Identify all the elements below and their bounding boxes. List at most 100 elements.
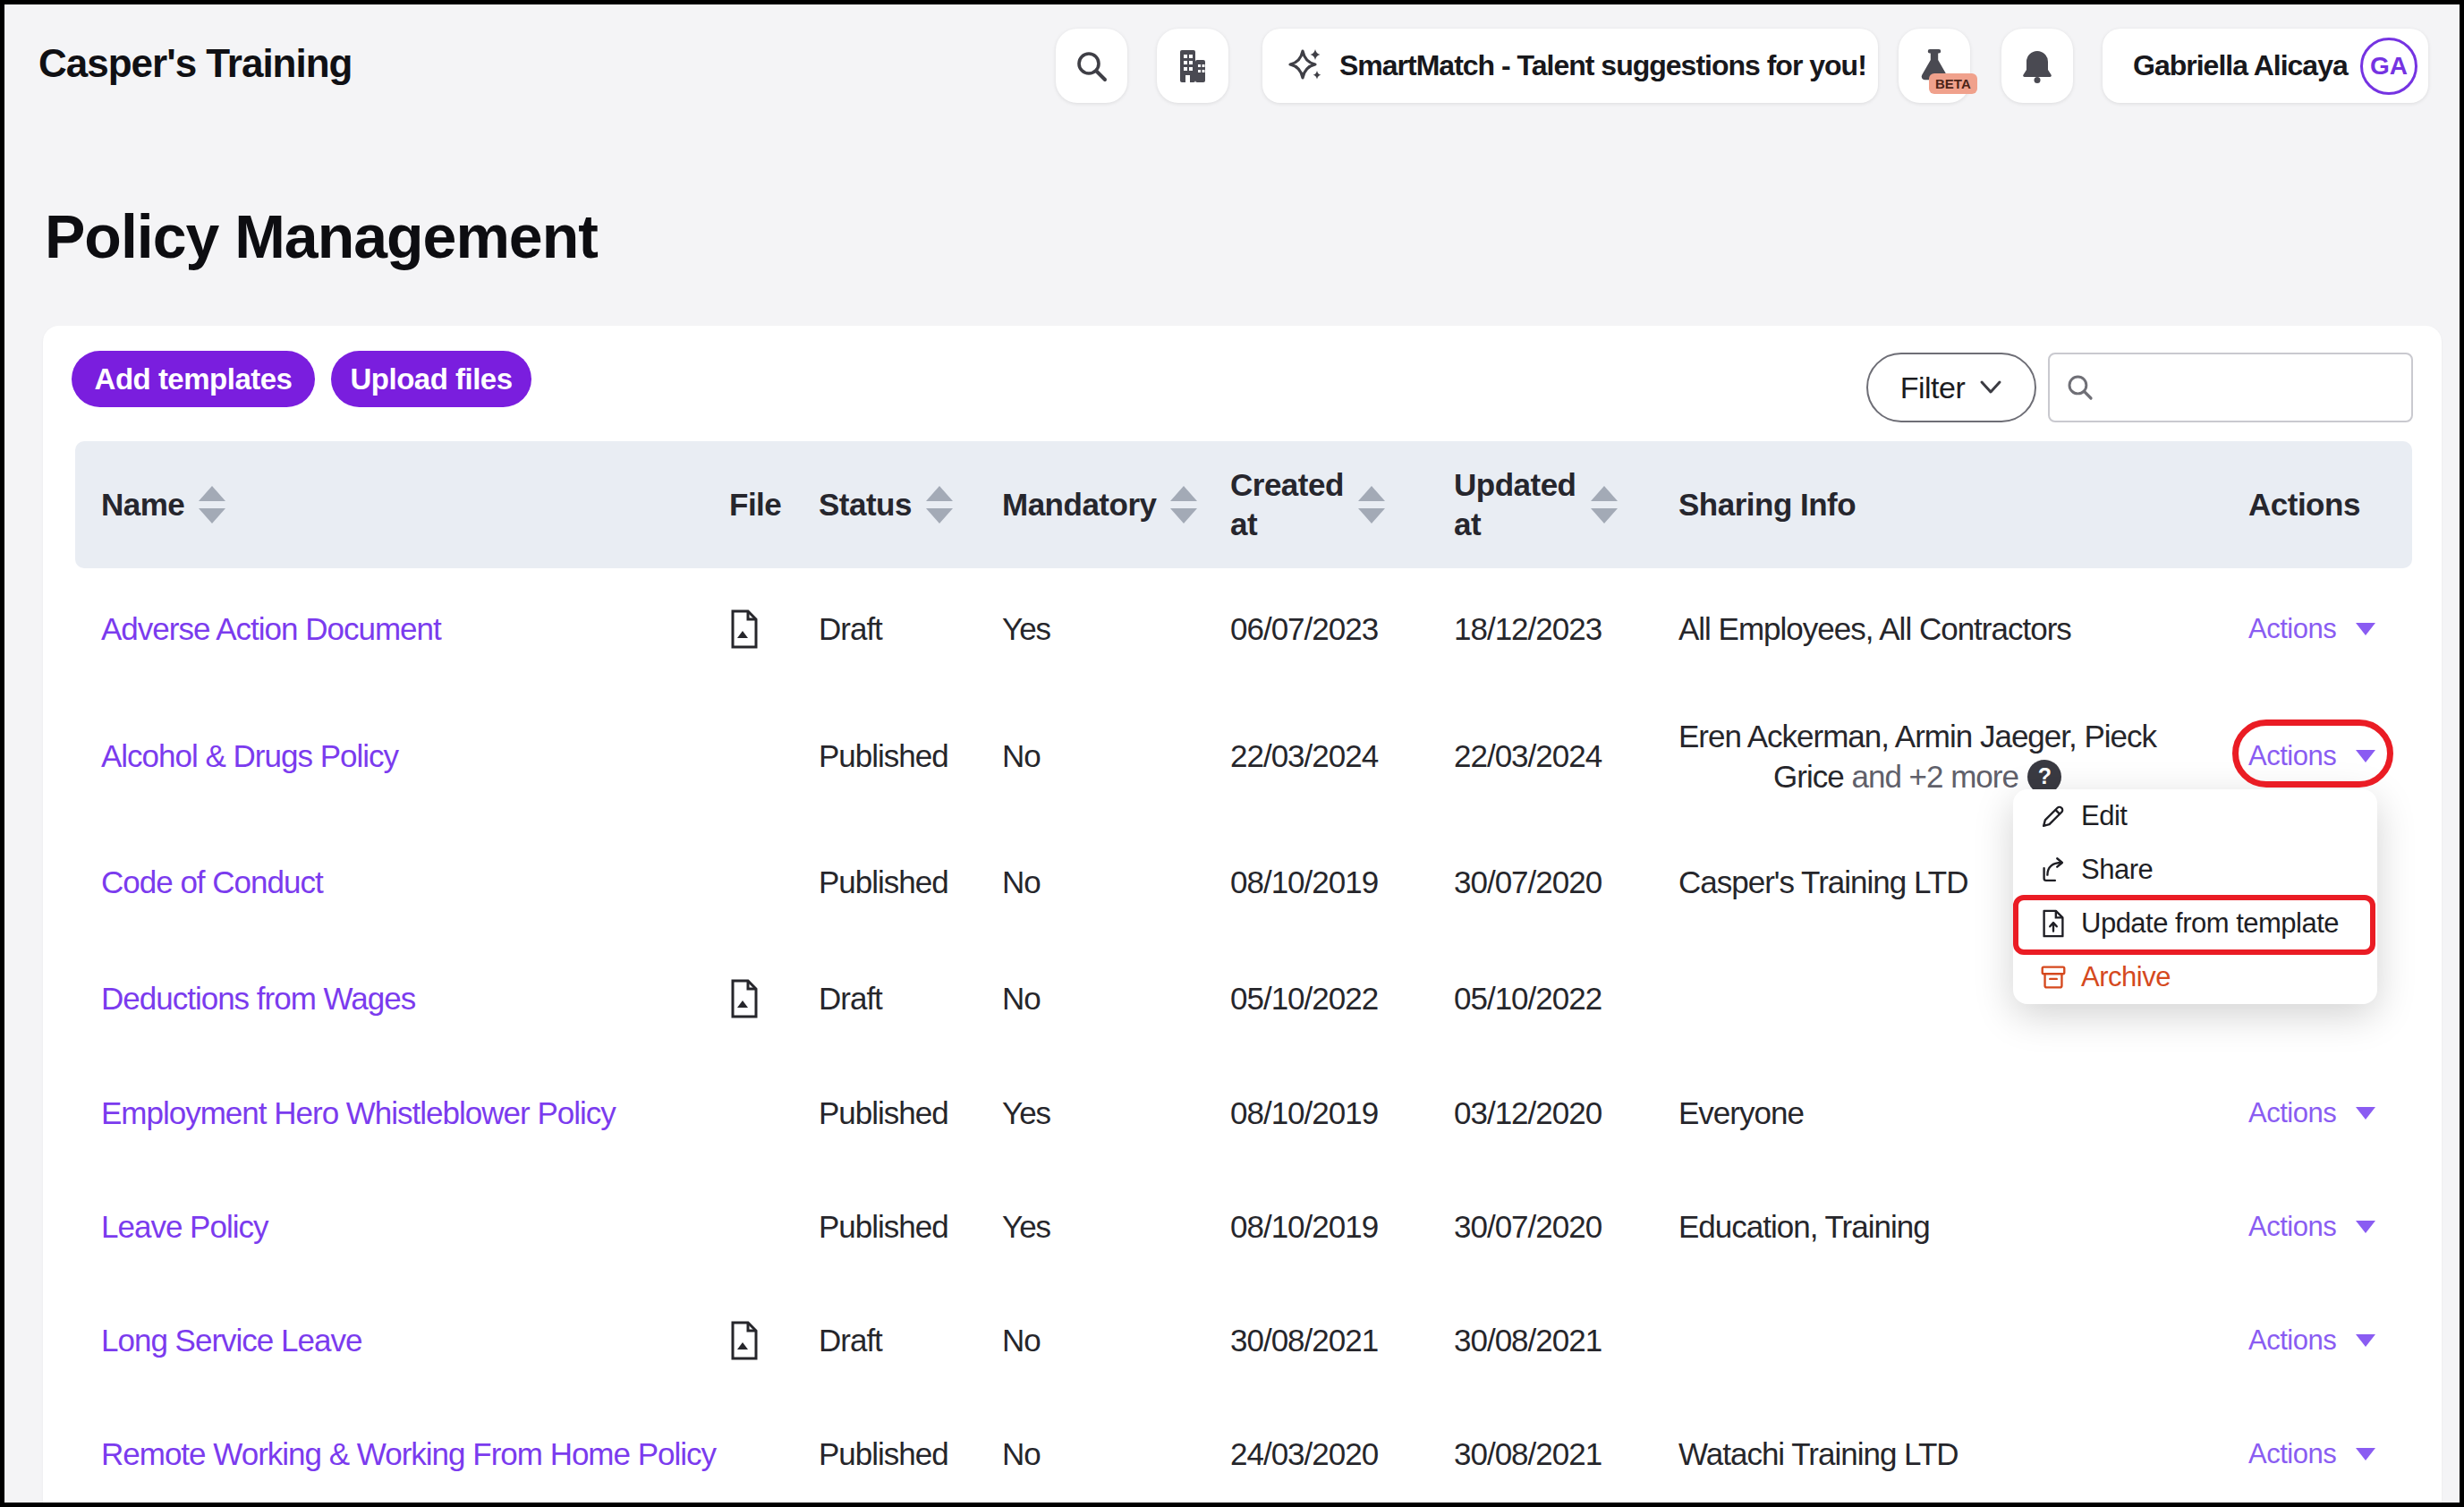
filter-label: Filter xyxy=(1900,370,1966,405)
sharing-cell: Watachi Training LTD xyxy=(1678,1397,1958,1507)
mandatory-cell: No xyxy=(1002,1283,1041,1397)
created-cell: 30/08/2021 xyxy=(1230,1283,1378,1397)
updated-cell: 30/08/2021 xyxy=(1454,1397,1602,1507)
table-search-input[interactable] xyxy=(2048,353,2413,422)
created-cell: 05/10/2022 xyxy=(1230,941,1378,1056)
mandatory-cell: No xyxy=(1002,941,1041,1056)
caret-down-icon xyxy=(2356,623,2375,635)
archive-icon xyxy=(2038,962,2069,992)
menu-item-archive[interactable]: Archive xyxy=(2013,950,2377,1004)
table-row: Leave Policy Published Yes 08/10/2019 30… xyxy=(75,1170,2412,1283)
policy-name-link[interactable]: Alcohol & Drugs Policy xyxy=(101,689,398,823)
filter-button[interactable]: Filter xyxy=(1866,353,2036,422)
column-header-updated-at[interactable]: Updatedat xyxy=(1454,441,1618,568)
annotation-rectangle xyxy=(2013,895,2375,955)
created-cell: 22/03/2024 xyxy=(1230,689,1378,823)
user-name: Gabriella Alicaya xyxy=(2133,49,2348,82)
sort-icon[interactable] xyxy=(926,486,953,524)
chevron-down-icon xyxy=(1979,379,2002,396)
page-title: Policy Management xyxy=(45,201,598,271)
search-icon xyxy=(1073,47,1110,85)
table-row: Long Service Leave Draft No 30/08/2021 3… xyxy=(75,1283,2412,1397)
global-search-button[interactable] xyxy=(1056,29,1127,103)
file-icon xyxy=(729,568,760,689)
updated-cell: 30/07/2020 xyxy=(1454,1170,1602,1283)
policy-name-link[interactable]: Adverse Action Document xyxy=(101,568,441,689)
policy-name-link[interactable]: Employment Hero Whistleblower Policy xyxy=(101,1056,616,1170)
status-cell: Published xyxy=(819,1397,948,1507)
column-header-status[interactable]: Status xyxy=(819,441,953,568)
status-cell: Published xyxy=(819,1170,948,1283)
created-cell: 08/10/2019 xyxy=(1230,823,1378,941)
actions-button[interactable]: Actions xyxy=(2248,1283,2375,1397)
sparkles-icon xyxy=(1284,45,1327,88)
mandatory-cell: Yes xyxy=(1002,568,1050,689)
menu-item-share[interactable]: Share xyxy=(2013,843,2377,897)
sort-icon[interactable] xyxy=(1358,486,1385,524)
caret-down-icon xyxy=(2356,1107,2375,1120)
updated-cell: 30/07/2020 xyxy=(1454,823,1602,941)
column-header-created-at[interactable]: Createdat xyxy=(1230,441,1385,568)
sharing-cell: All Employees, All Contractors xyxy=(1678,568,2071,689)
column-header-mandatory[interactable]: Mandatory xyxy=(1002,441,1197,568)
actions-button[interactable]: Actions xyxy=(2248,568,2375,689)
created-cell: 06/07/2023 xyxy=(1230,568,1378,689)
building-icon xyxy=(1173,47,1212,86)
sort-icon[interactable] xyxy=(1591,486,1618,524)
policy-name-link[interactable]: Long Service Leave xyxy=(101,1283,361,1397)
column-header-name[interactable]: Name xyxy=(101,441,225,568)
created-cell: 08/10/2019 xyxy=(1230,1056,1378,1170)
updated-cell: 30/08/2021 xyxy=(1454,1283,1602,1397)
brand-title: Casper's Training xyxy=(38,41,352,86)
updated-cell: 05/10/2022 xyxy=(1454,941,1602,1056)
caret-down-icon xyxy=(2356,1221,2375,1233)
file-icon xyxy=(729,941,760,1056)
updated-cell: 22/03/2024 xyxy=(1454,689,1602,823)
column-header-file: File xyxy=(729,441,781,568)
avatar: GA xyxy=(2360,38,2417,95)
sort-icon[interactable] xyxy=(1170,486,1197,524)
updated-cell: 03/12/2020 xyxy=(1454,1056,1602,1170)
user-menu-button[interactable]: Gabriella Alicaya GA xyxy=(2103,29,2428,103)
policy-name-link[interactable]: Code of Conduct xyxy=(101,823,323,941)
organisation-button[interactable] xyxy=(1157,29,1228,103)
mandatory-cell: No xyxy=(1002,823,1041,941)
sort-icon[interactable] xyxy=(199,486,225,524)
menu-item-edit[interactable]: Edit xyxy=(2013,789,2377,843)
policy-name-link[interactable]: Remote Working & Working From Home Polic… xyxy=(101,1397,716,1507)
actions-button[interactable]: Actions xyxy=(2248,1170,2375,1283)
updated-cell: 18/12/2023 xyxy=(1454,568,1602,689)
share-icon xyxy=(2038,855,2069,885)
actions-button[interactable]: Actions xyxy=(2248,1056,2375,1170)
status-cell: Published xyxy=(819,823,948,941)
table-row: Remote Working & Working From Home Polic… xyxy=(75,1397,2412,1507)
file-icon xyxy=(729,1283,760,1397)
add-templates-button[interactable]: Add templates xyxy=(72,351,315,407)
sharing-cell: Casper's Training LTD xyxy=(1678,823,1968,941)
caret-down-icon xyxy=(2356,1334,2375,1347)
annotation-ellipse xyxy=(2232,719,2393,788)
actions-button[interactable]: Actions xyxy=(2248,1397,2375,1507)
mandatory-cell: Yes xyxy=(1002,1170,1050,1283)
table-row: Adverse Action Document Draft Yes 06/07/… xyxy=(75,568,2412,689)
smartmatch-label: SmartMatch - Talent suggestions for you! xyxy=(1339,49,1866,82)
upload-files-button[interactable]: Upload files xyxy=(331,351,531,407)
status-cell: Draft xyxy=(819,568,882,689)
policy-name-link[interactable]: Leave Policy xyxy=(101,1170,268,1283)
status-cell: Draft xyxy=(819,1283,882,1397)
bell-icon xyxy=(2018,47,2056,85)
column-header-sharing-info: Sharing Info xyxy=(1678,441,1856,568)
notifications-button[interactable] xyxy=(2001,29,2073,103)
caret-down-icon xyxy=(2356,1448,2375,1460)
status-cell: Published xyxy=(819,1056,948,1170)
created-cell: 08/10/2019 xyxy=(1230,1170,1378,1283)
policy-name-link[interactable]: Deductions from Wages xyxy=(101,941,415,1056)
search-icon xyxy=(2064,371,2096,404)
sharing-cell: Everyone xyxy=(1678,1056,1804,1170)
smartmatch-banner-button[interactable]: SmartMatch - Talent suggestions for you! xyxy=(1262,29,1878,103)
table-header: Name File Status Mandatory Createdat Upd… xyxy=(75,441,2412,568)
help-badge[interactable]: ? xyxy=(2027,760,2061,794)
beta-badge: BETA xyxy=(1929,73,1977,94)
status-cell: Draft xyxy=(819,941,882,1056)
pencil-icon xyxy=(2038,801,2069,831)
